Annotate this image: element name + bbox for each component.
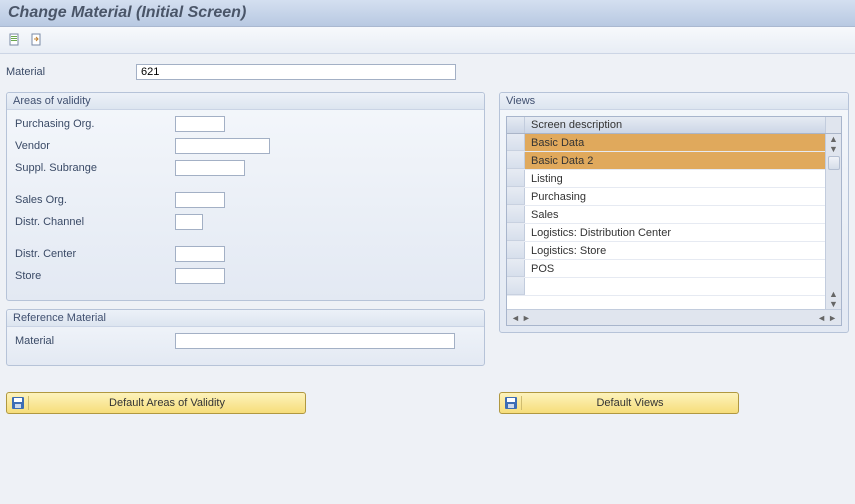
distr-channel-label: Distr. Channel — [15, 216, 175, 228]
vendor-label: Vendor — [15, 140, 175, 152]
store-label: Store — [15, 270, 175, 282]
document-icon — [8, 33, 22, 47]
row-selector[interactable] — [507, 134, 525, 151]
grid-vscroll[interactable]: ▲ ▼ ▲ ▼ — [825, 134, 841, 309]
views-row[interactable]: Logistics: Store — [507, 242, 825, 260]
views-row-label[interactable]: Purchasing — [525, 188, 825, 205]
default-views-button[interactable]: Default Views — [499, 392, 739, 414]
grid-select-all[interactable] — [507, 117, 525, 133]
sales-org-label: Sales Org. — [15, 194, 175, 206]
views-row[interactable]: Purchasing — [507, 188, 825, 206]
material-input[interactable] — [136, 64, 456, 80]
areas-panel: Areas of validity Purchasing Org. Vendor… — [6, 92, 485, 301]
views-panel-title: Views — [500, 93, 848, 110]
suppl-subrange-input[interactable] — [175, 160, 245, 176]
row-selector[interactable] — [507, 152, 525, 169]
views-row[interactable]: Basic Data 2 — [507, 152, 825, 170]
purchasing-org-label: Purchasing Org. — [15, 118, 175, 130]
views-row[interactable]: Basic Data — [507, 134, 825, 152]
scroll-down2-icon[interactable]: ▼ — [829, 299, 838, 309]
scroll-left2-icon[interactable]: ◄ — [817, 313, 826, 323]
row-selector[interactable] — [507, 170, 525, 187]
scroll-down-icon[interactable]: ▼ — [829, 144, 838, 154]
views-row-label[interactable]: Listing — [525, 170, 825, 187]
default-areas-label: Default Areas of Validity — [29, 397, 305, 409]
views-row-label[interactable]: POS — [525, 260, 825, 277]
views-row[interactable]: POS — [507, 260, 825, 278]
scroll-right2-icon[interactable]: ► — [828, 313, 837, 323]
store-input[interactable] — [175, 268, 225, 284]
page-title: Change Material (Initial Screen) — [0, 0, 855, 27]
row-selector[interactable] — [507, 188, 525, 205]
views-grid: Screen description Basic DataBasic Data … — [506, 116, 842, 326]
default-areas-button[interactable]: Default Areas of Validity — [6, 392, 306, 414]
material-label: Material — [6, 66, 136, 78]
suppl-subrange-label: Suppl. Subrange — [15, 162, 175, 174]
views-row-label[interactable]: Logistics: Store — [525, 242, 825, 259]
views-row[interactable]: Logistics: Distribution Center — [507, 224, 825, 242]
default-views-label: Default Views — [522, 397, 738, 409]
scroll-thumb[interactable] — [828, 156, 840, 170]
save-icon — [500, 396, 522, 410]
vendor-input[interactable] — [175, 138, 270, 154]
distr-channel-input[interactable] — [175, 214, 203, 230]
select-views-button[interactable] — [6, 31, 24, 49]
ref-material-label: Material — [15, 335, 175, 347]
views-row-label[interactable]: Basic Data 2 — [525, 152, 825, 169]
org-levels-button[interactable] — [28, 31, 46, 49]
scroll-left-icon[interactable]: ◄ — [511, 313, 520, 323]
row-selector[interactable] — [507, 260, 525, 277]
save-icon — [7, 396, 29, 410]
grid-hscroll[interactable]: ◄ ► ◄ ► — [507, 309, 841, 325]
toolbar — [0, 27, 855, 54]
views-row[interactable]: Sales — [507, 206, 825, 224]
scroll-right-icon[interactable]: ► — [522, 313, 531, 323]
document-arrow-icon — [30, 33, 44, 47]
views-panel: Views Screen description Basic DataBasic… — [499, 92, 849, 333]
distr-center-input[interactable] — [175, 246, 225, 262]
row-selector[interactable] — [507, 206, 525, 223]
areas-panel-title: Areas of validity — [7, 93, 484, 110]
views-row-empty — [507, 278, 825, 296]
reference-panel: Reference Material Material — [6, 309, 485, 366]
sales-org-input[interactable] — [175, 192, 225, 208]
purchasing-org-input[interactable] — [175, 116, 225, 132]
row-selector[interactable] — [507, 224, 525, 241]
views-row-label[interactable]: Logistics: Distribution Center — [525, 224, 825, 241]
views-row-label[interactable]: Basic Data — [525, 134, 825, 151]
row-selector[interactable] — [507, 242, 525, 259]
material-row: Material — [6, 64, 849, 80]
distr-center-label: Distr. Center — [15, 248, 175, 260]
ref-material-input[interactable] — [175, 333, 455, 349]
views-row[interactable]: Listing — [507, 170, 825, 188]
scroll-up-icon[interactable]: ▲ — [829, 134, 838, 144]
views-column-header[interactable]: Screen description — [525, 117, 825, 133]
scroll-up2-icon[interactable]: ▲ — [829, 289, 838, 299]
views-row-label[interactable]: Sales — [525, 206, 825, 223]
reference-panel-title: Reference Material — [7, 310, 484, 327]
